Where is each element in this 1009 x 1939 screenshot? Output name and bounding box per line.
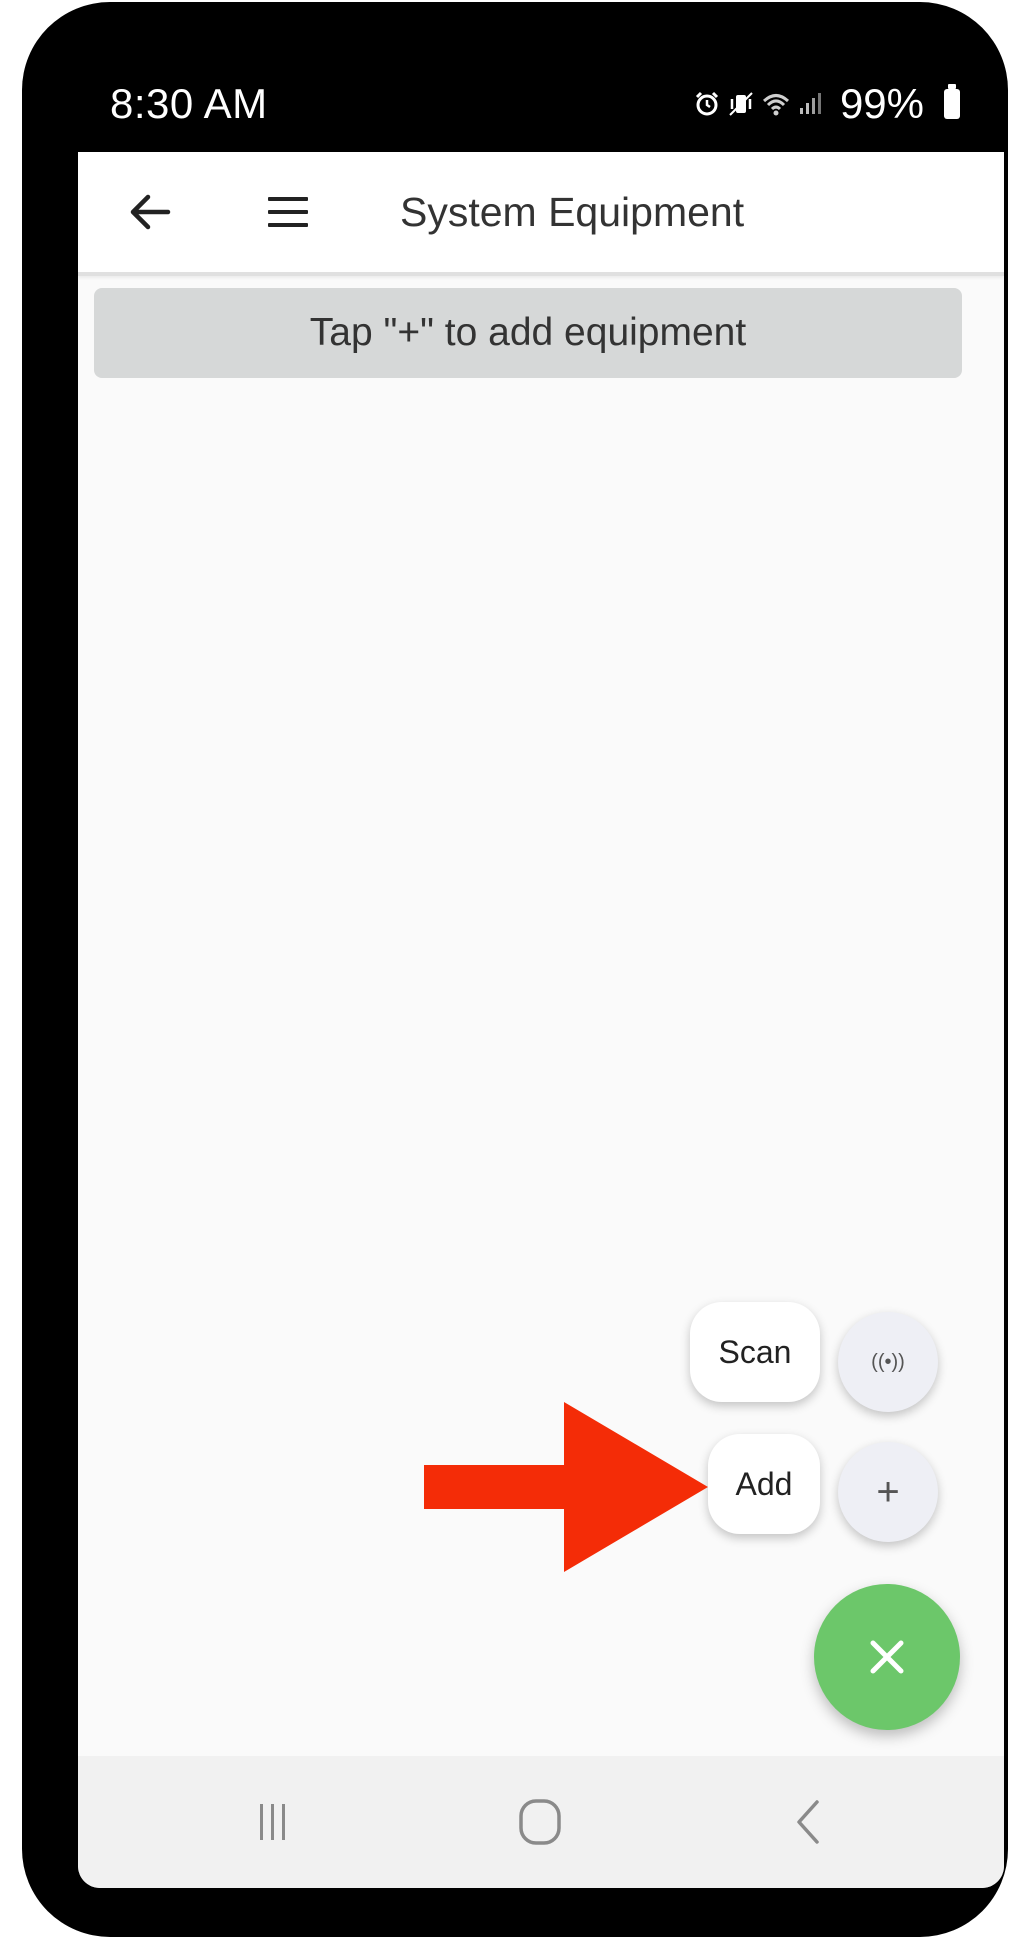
home-button[interactable]	[495, 1780, 585, 1864]
alarm-icon	[695, 91, 718, 116]
phone-frame: 8:30 AM 99% System Equipment Tap "+" to …	[22, 2, 1008, 1937]
status-time: 8:30 AM	[110, 80, 268, 127]
status-icons	[694, 91, 822, 117]
close-fab-button[interactable]	[814, 1584, 960, 1730]
scan-button[interactable]: ((•))	[838, 1312, 938, 1412]
menu-button[interactable]	[256, 180, 320, 244]
status-indicators: 99%	[694, 80, 960, 128]
recents-button[interactable]	[228, 1780, 318, 1864]
battery-icon	[944, 84, 960, 119]
recents-icon	[260, 1804, 285, 1840]
vibrate-mute-icon	[729, 92, 753, 116]
system-back-button[interactable]	[763, 1780, 853, 1864]
wifi-icon	[762, 94, 789, 116]
nfc-scan-icon: ((•))	[871, 1350, 905, 1373]
back-button[interactable]	[118, 180, 182, 244]
add-label-button[interactable]: Add	[708, 1434, 820, 1534]
battery-percent: 99%	[839, 80, 924, 127]
system-nav-bar	[78, 1756, 1004, 1888]
app-screen: System Equipment Tap "+" to add equipmen…	[78, 152, 1004, 1888]
nav-back-icon	[797, 1800, 819, 1844]
red-arrow-annotation	[424, 1402, 708, 1572]
page-title: System Equipment	[400, 189, 745, 235]
hamburger-menu-icon	[268, 197, 308, 227]
status-bar: 8:30 AM 99%	[22, 2, 1008, 152]
back-arrow-icon	[130, 194, 171, 230]
home-icon	[519, 1799, 561, 1845]
close-icon	[870, 1640, 904, 1674]
empty-state-banner: Tap "+" to add equipment	[94, 288, 962, 378]
add-button[interactable]: +	[838, 1442, 938, 1542]
plus-icon: +	[876, 1469, 900, 1514]
scan-label-button[interactable]: Scan	[690, 1302, 820, 1402]
signal-icon	[799, 93, 821, 114]
app-bar: System Equipment	[78, 152, 1004, 276]
